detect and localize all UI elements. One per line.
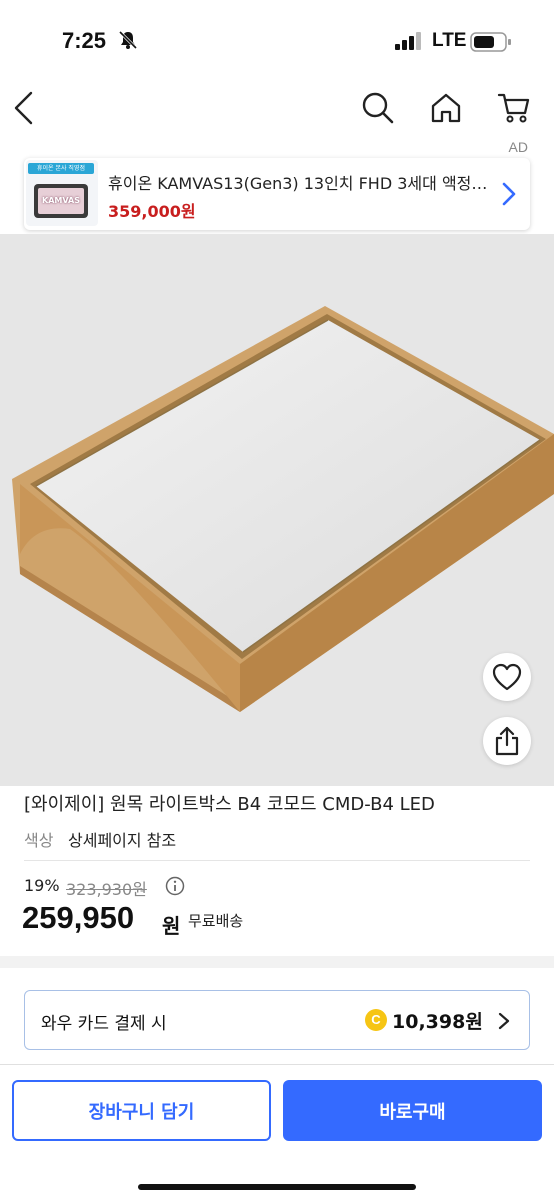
back-icon xyxy=(14,91,33,125)
ad-price: 359,000원 xyxy=(108,202,196,221)
card-benefit-box[interactable]: 와우 카드 결제 시 C 10,398원 xyxy=(24,990,530,1050)
heart-icon xyxy=(492,663,522,691)
tablet-screen-text: KAMVAS xyxy=(38,188,84,214)
card-benefit-amount: 10,398원 xyxy=(392,1011,483,1033)
network-label: LTE xyxy=(432,30,467,51)
card-benefit-label: 와우 카드 결제 시 xyxy=(41,1014,167,1034)
product-title: [와이제이] 원목 라이트박스 B4 코모드 CMD-B4 LED xyxy=(24,794,435,815)
cellular-signal-icon xyxy=(395,32,421,50)
shipping-label: 무료배송 xyxy=(188,912,244,930)
top-nav-bar xyxy=(0,80,554,136)
buy-now-button[interactable]: 바로구매 xyxy=(283,1080,542,1141)
chevron-right-icon xyxy=(498,1012,510,1030)
back-button[interactable] xyxy=(2,86,46,130)
cart-button[interactable] xyxy=(492,86,536,130)
status-bar: 7:25 LTE xyxy=(0,0,554,80)
option-label: 색상 xyxy=(24,831,54,850)
share-icon xyxy=(495,726,519,756)
coin-icon: C xyxy=(365,1009,387,1031)
sale-price: 259,950 xyxy=(22,900,135,935)
ad-thumb-tag: 휴이온 본사 직영점 xyxy=(28,163,94,174)
tablet-image: KAMVAS xyxy=(34,184,88,218)
ad-thumbnail: 휴이온 본사 직영점 KAMVAS xyxy=(26,160,98,226)
bell-muted-icon xyxy=(118,30,138,50)
add-to-cart-button[interactable]: 장바구니 담기 xyxy=(12,1080,271,1141)
ad-title: 휴이온 KAMVAS13(Gen3) 13인치 FHD 3세대 액정타블렛 xyxy=(108,174,493,193)
product-image[interactable] xyxy=(0,234,554,786)
divider xyxy=(24,860,530,861)
discount-rate: 19% xyxy=(24,876,60,895)
original-price: 323,930원 xyxy=(66,880,147,899)
home-indicator[interactable] xyxy=(138,1184,416,1190)
status-time: 7:25 xyxy=(62,28,107,53)
section-gap xyxy=(0,956,554,968)
battery-icon xyxy=(470,32,511,52)
option-value: 상세페이지 참조 xyxy=(68,831,177,850)
home-button[interactable] xyxy=(424,86,468,130)
price-currency: 원 xyxy=(162,914,181,938)
bottom-action-bar: 장바구니 담기 바로구매 xyxy=(0,1064,554,1200)
ad-banner[interactable]: 휴이온 본사 직영점 KAMVAS 휴이온 KAMVAS13(Gen3) 13인… xyxy=(24,158,530,230)
info-icon[interactable] xyxy=(165,876,185,896)
wishlist-button[interactable] xyxy=(483,653,531,701)
search-icon xyxy=(362,92,394,124)
chevron-right-icon xyxy=(502,182,516,206)
home-icon xyxy=(431,93,461,123)
search-button[interactable] xyxy=(356,86,400,130)
cart-icon xyxy=(497,93,530,123)
share-button[interactable] xyxy=(483,717,531,765)
lightbox-illustration xyxy=(12,306,554,712)
ad-label: AD xyxy=(508,139,528,155)
